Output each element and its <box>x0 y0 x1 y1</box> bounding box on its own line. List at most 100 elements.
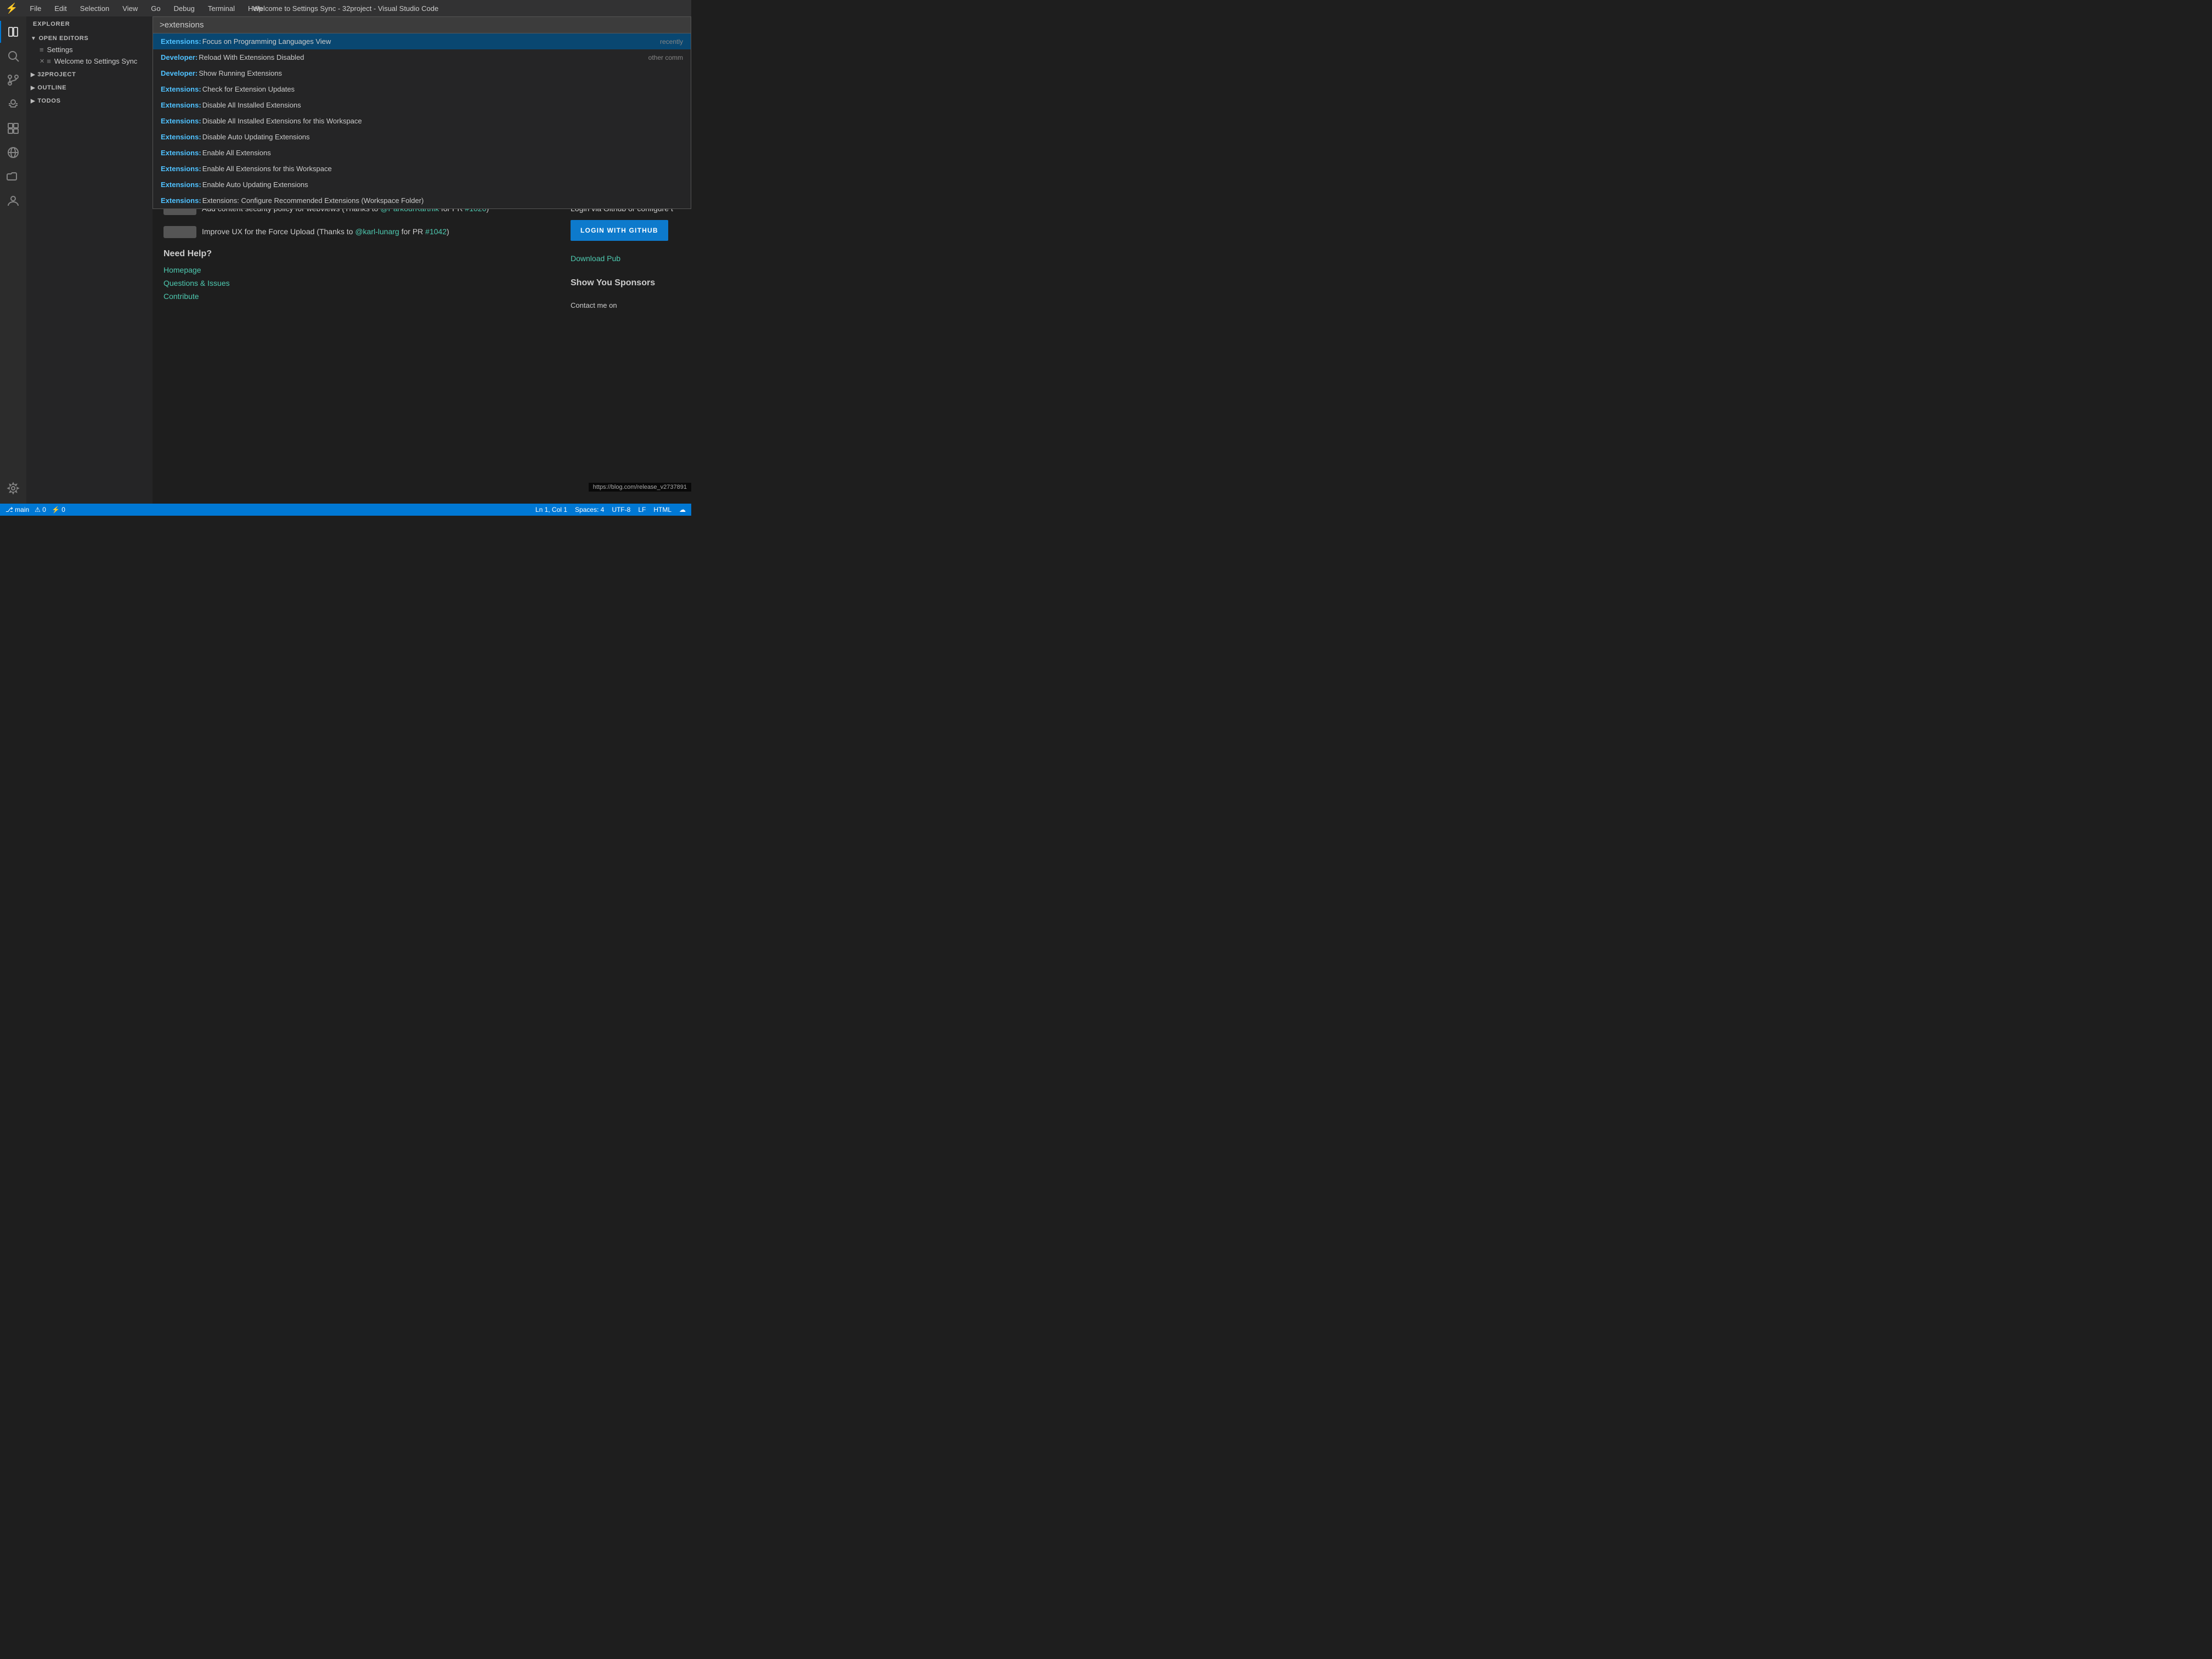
command-name-3: Check for Extension Updates <box>202 85 295 93</box>
status-position[interactable]: Ln 1, Col 1 <box>535 506 567 514</box>
command-item-4[interactable]: Extensions: Disable All Installed Extens… <box>153 97 691 113</box>
main-layout: Explorer ▼ Open Editors ≡ Settings ✕ ≡ W… <box>0 16 691 504</box>
homepage-link[interactable]: Homepage <box>163 266 554 274</box>
status-branch[interactable]: ⎇ main <box>5 506 29 514</box>
activity-bar <box>0 16 26 504</box>
menu-file[interactable]: File <box>26 3 44 14</box>
activity-source-control[interactable] <box>2 69 24 91</box>
command-name-7: Enable All Extensions <box>202 149 271 157</box>
command-item-1[interactable]: Developer: Reload With Extensions Disabl… <box>153 49 691 65</box>
status-encoding[interactable]: UTF-8 <box>612 506 630 514</box>
activity-search[interactable] <box>2 45 24 67</box>
menu-debug[interactable]: Debug <box>171 3 198 14</box>
settings-file-icon: ≡ <box>40 46 44 54</box>
open-editors-section: ▼ Open Editors ≡ Settings ✕ ≡ Welcome to… <box>26 32 153 68</box>
open-editors-label: Open Editors <box>39 35 89 42</box>
project-label: 32PROJECT <box>37 71 76 78</box>
command-item-6[interactable]: Extensions: Disable Auto Updating Extens… <box>153 129 691 145</box>
menu-selection[interactable]: Selection <box>77 3 112 14</box>
window-title: Welcome to Settings Sync - 32project - V… <box>253 4 438 13</box>
command-category-5: Extensions: <box>161 117 201 125</box>
activity-folder[interactable] <box>2 166 24 188</box>
menu-terminal[interactable]: Terminal <box>205 3 238 14</box>
command-category-4: Extensions: <box>161 101 201 109</box>
command-dropdown: Extensions: Focus on Programming Languag… <box>153 33 691 209</box>
sidebar-item-welcome[interactable]: ✕ ≡ Welcome to Settings Sync <box>26 55 153 67</box>
questions-link[interactable]: Questions & Issues <box>163 279 554 287</box>
todos-header[interactable]: ▶ Todos <box>26 95 153 106</box>
menu-bar: File Edit Selection View Go Debug Termin… <box>26 3 266 14</box>
status-right: Ln 1, Col 1 Spaces: 4 UTF-8 LF HTML ☁ <box>535 506 686 514</box>
activity-debug[interactable] <box>2 93 24 115</box>
command-item-5[interactable]: Extensions: Disable All Installed Extens… <box>153 113 691 129</box>
menu-go[interactable]: Go <box>148 3 163 14</box>
status-spaces[interactable]: Spaces: 4 <box>575 506 604 514</box>
title-bar: ⚡ File Edit Selection View Go Debug Term… <box>0 0 691 16</box>
command-category-1: Developer: <box>161 53 198 61</box>
command-item-0[interactable]: Extensions: Focus on Programming Languag… <box>153 33 691 49</box>
sidebar-header: Explorer <box>26 16 153 32</box>
project-header[interactable]: ▶ 32PROJECT <box>26 69 153 80</box>
welcome-content: Add content security policy for webviews… <box>163 203 680 309</box>
pr1042-link[interactable]: #1042 <box>425 227 447 236</box>
login-github-button[interactable]: LOGIN WITH GITHUB <box>571 220 668 241</box>
command-name-10: Extensions: Configure Recommended Extens… <box>202 196 424 205</box>
karllunarg-link[interactable]: @karl-lunarg <box>355 227 399 236</box>
settings-file-label: Settings <box>47 46 73 54</box>
activity-account[interactable] <box>2 190 24 212</box>
menu-view[interactable]: View <box>119 3 141 14</box>
activity-extensions[interactable] <box>2 117 24 139</box>
status-bar: ⎇ main ⚠ 0 ⚡ 0 Ln 1, Col 1 Spaces: 4 UTF… <box>0 504 691 516</box>
status-errors[interactable]: ⚠ 0 <box>35 506 46 514</box>
status-line-ending[interactable]: LF <box>638 506 646 514</box>
welcome-close-icon[interactable]: ✕ <box>40 58 44 65</box>
activity-explorer[interactable] <box>2 21 24 43</box>
command-name-2: Show Running Extensions <box>199 69 282 77</box>
project-chevron: ▶ <box>31 72 35 78</box>
command-category-6: Extensions: <box>161 133 201 141</box>
command-item-8[interactable]: Extensions: Enable All Extensions for th… <box>153 161 691 177</box>
download-pub-link[interactable]: Download Pub <box>571 254 680 263</box>
command-palette: Extensions: Focus on Programming Languag… <box>153 16 691 209</box>
command-name-1: Reload With Extensions Disabled <box>199 53 304 61</box>
welcome-file-label: Welcome to Settings Sync <box>54 57 138 65</box>
open-editors-header[interactable]: ▼ Open Editors <box>26 33 153 44</box>
title-bar-left: ⚡ File Edit Selection View Go Debug Term… <box>5 3 266 14</box>
sidebar: Explorer ▼ Open Editors ≡ Settings ✕ ≡ W… <box>26 16 153 504</box>
command-item-7[interactable]: Extensions: Enable All Extensions <box>153 145 691 161</box>
status-warnings[interactable]: ⚡ 0 <box>52 506 65 514</box>
sidebar-item-settings[interactable]: ≡ Settings <box>26 44 153 55</box>
command-item-3[interactable]: Extensions: Check for Extension Updates <box>153 81 691 97</box>
need-help-heading: Need Help? <box>163 249 554 259</box>
editor-area: Extensions: Focus on Programming Languag… <box>153 16 691 504</box>
todos-section: ▶ Todos <box>26 94 153 108</box>
command-category-10: Extensions: <box>161 196 201 205</box>
activity-settings[interactable] <box>2 477 24 499</box>
menu-edit[interactable]: Edit <box>51 3 70 14</box>
command-name-0: Focus on Programming Languages View <box>202 37 331 46</box>
update-badge-2 <box>163 226 196 238</box>
command-input[interactable] <box>160 20 684 30</box>
welcome-right: Login via Github or configure t LOGIN WI… <box>571 203 680 309</box>
command-category-7: Extensions: <box>161 149 201 157</box>
project-section: ▶ 32PROJECT <box>26 68 153 81</box>
command-name-8: Enable All Extensions for this Workspace <box>202 165 332 173</box>
status-language[interactable]: HTML <box>653 506 672 514</box>
command-item-9[interactable]: Extensions: Enable Auto Updating Extensi… <box>153 177 691 193</box>
contact-line: Contact me on <box>571 301 680 309</box>
command-item-2[interactable]: Developer: Show Running Extensions <box>153 65 691 81</box>
contribute-link[interactable]: Contribute <box>163 292 554 301</box>
command-input-bar <box>153 16 691 33</box>
status-sync[interactable]: ☁ <box>679 506 686 514</box>
outline-header[interactable]: ▶ Outline <box>26 82 153 93</box>
activity-remote[interactable] <box>2 142 24 163</box>
show-sponsors-heading: Show You Sponsors <box>571 278 680 288</box>
vscode-logo-icon: ⚡ <box>5 3 18 14</box>
command-category-0: Extensions: <box>161 37 201 46</box>
command-hint-0: recently <box>660 38 683 46</box>
command-name-5: Disable All Installed Extensions for thi… <box>202 117 362 125</box>
command-category-9: Extensions: <box>161 180 201 189</box>
status-left: ⎇ main ⚠ 0 ⚡ 0 <box>5 506 65 514</box>
command-item-10[interactable]: Extensions: Extensions: Configure Recomm… <box>153 193 691 208</box>
update-text-2: Improve UX for the Force Upload (Thanks … <box>202 226 449 238</box>
